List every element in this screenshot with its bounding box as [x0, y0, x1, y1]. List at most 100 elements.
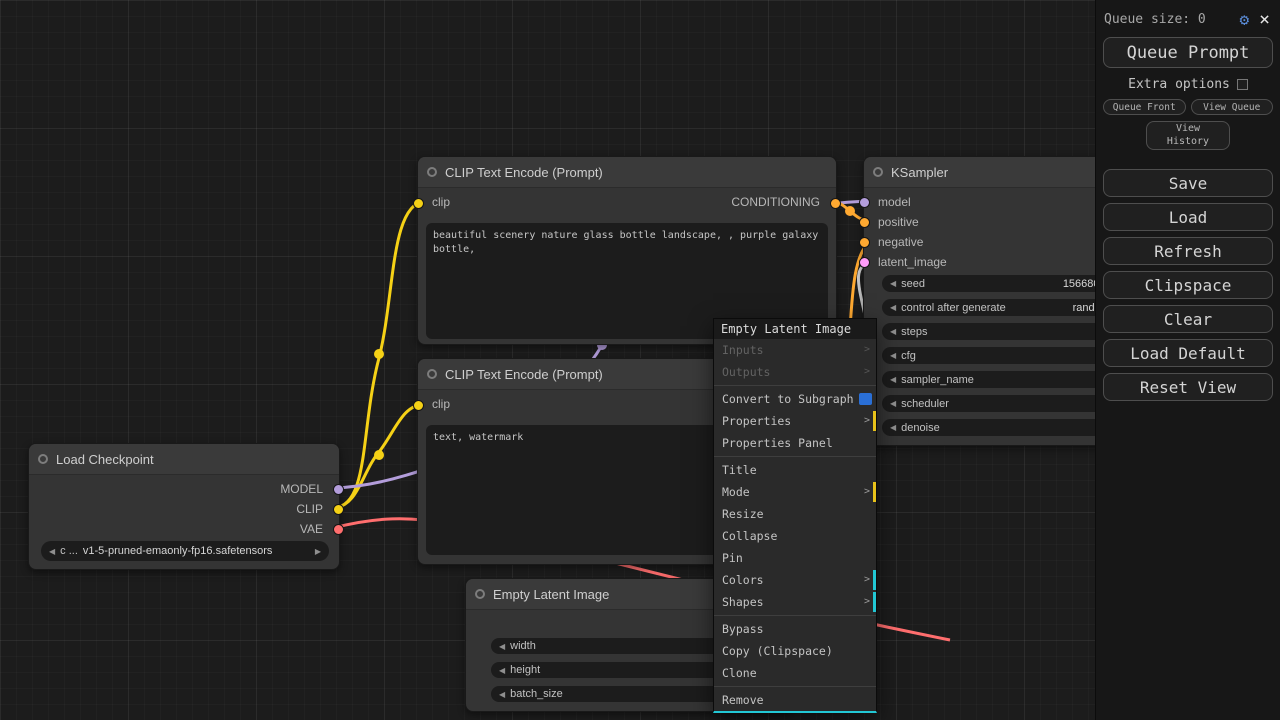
widget-label: denoise — [901, 421, 940, 434]
submenu-chevron-icon: > — [863, 596, 870, 607]
queue-status-row: Queue size: 0 ⚙ × — [1096, 0, 1280, 31]
load-button[interactable]: Load — [1103, 203, 1273, 231]
step-right-icon[interactable]: ▶ — [315, 547, 321, 556]
node-load-checkpoint[interactable]: Load Checkpoint MODEL CLIP VAE ◀ c ... v… — [28, 443, 344, 570]
load-default-button[interactable]: Load Default — [1103, 339, 1273, 367]
step-left-icon[interactable]: ◀ — [890, 279, 896, 288]
new-feature-badge — [859, 393, 872, 405]
widget-label: sampler_name — [901, 373, 974, 386]
output-slot-vae[interactable] — [333, 524, 344, 535]
accent-strip — [873, 411, 876, 431]
context-menu-title: Empty Latent Image — [714, 319, 876, 339]
menu-item-properties[interactable]: Properties > — [714, 410, 876, 432]
step-left-icon[interactable]: ◀ — [890, 375, 896, 384]
menu-item-remove[interactable]: Remove — [714, 689, 876, 711]
input-slot-clip[interactable] — [413, 198, 424, 209]
node-title: Empty Latent Image — [493, 586, 610, 602]
collapse-dot[interactable] — [427, 167, 437, 177]
step-left-icon[interactable]: ◀ — [890, 423, 896, 432]
extra-options-checkbox[interactable] — [1236, 79, 1248, 90]
widget-label: seed — [901, 277, 926, 290]
output-slot-model[interactable] — [333, 484, 344, 495]
extra-options-row: Extra options — [1096, 77, 1280, 92]
widget-label: batch_size — [510, 688, 563, 700]
save-button[interactable]: Save — [1103, 169, 1273, 197]
node-clip-text-encode-positive[interactable]: CLIP Text Encode (Prompt) clip CONDITION… — [413, 156, 841, 345]
menu-item-label: Properties Panel — [722, 436, 833, 450]
step-left-icon[interactable]: ◀ — [890, 303, 896, 312]
menu-item-collapse[interactable]: Collapse — [714, 525, 876, 547]
combo-label: c ... — [60, 545, 78, 557]
node-header[interactable]: CLIP Text Encode (Prompt) — [418, 157, 836, 188]
settings-gear-icon[interactable]: ⚙ — [1240, 10, 1250, 29]
submenu-chevron-icon: > — [863, 486, 870, 497]
collapse-dot[interactable] — [475, 589, 485, 599]
collapse-dot[interactable] — [873, 167, 883, 177]
step-left-icon[interactable]: ◀ — [499, 642, 505, 651]
accent-strip — [873, 570, 876, 590]
clipspace-button[interactable]: Clipspace — [1103, 271, 1273, 299]
menu-item-label: Bypass — [722, 622, 764, 636]
view-history-button[interactable]: View History — [1146, 121, 1230, 150]
queue-actions-row: Queue Front View Queue — [1103, 99, 1273, 115]
widget-label: height — [510, 664, 541, 676]
menu-item-label: Inputs — [722, 343, 764, 357]
step-left-icon[interactable]: ◀ — [499, 690, 505, 699]
menu-item-inputs: Inputs > — [714, 339, 876, 361]
step-left-icon[interactable]: ◀ — [49, 547, 55, 556]
menu-item-pin[interactable]: Pin — [714, 547, 876, 569]
output-slot-conditioning[interactable] — [830, 198, 841, 209]
combo-value: v1-5-pruned-emaonly-fp16.safetensors — [82, 545, 273, 557]
input-slot-positive[interactable] — [859, 217, 870, 228]
menu-item-resize[interactable]: Resize — [714, 503, 876, 525]
widget-label: steps — [901, 325, 928, 338]
accent-strip — [873, 592, 876, 612]
menu-item-copy-clipspace[interactable]: Copy (Clipspace) — [714, 640, 876, 662]
menu-item-label: Resize — [722, 507, 764, 521]
slot-label-clip: CLIP — [296, 502, 323, 516]
menu-item-label: Pin — [722, 551, 743, 565]
menu-item-bypass[interactable]: Bypass — [714, 618, 876, 640]
input-slot-negative[interactable] — [859, 237, 870, 248]
view-queue-button[interactable]: View Queue — [1190, 99, 1273, 115]
menu-item-shapes[interactable]: Shapes > — [714, 591, 876, 613]
refresh-button[interactable]: Refresh — [1103, 237, 1273, 265]
step-left-icon[interactable]: ◀ — [890, 399, 896, 408]
comfyui-menu-panel: Queue size: 0 ⚙ × Queue Prompt Extra opt… — [1095, 0, 1280, 720]
widget-label: width — [510, 640, 536, 652]
queue-front-button[interactable]: Queue Front — [1103, 99, 1186, 115]
submenu-chevron-icon: > — [863, 574, 870, 585]
step-left-icon[interactable]: ◀ — [890, 351, 896, 360]
menu-item-clone[interactable]: Clone — [714, 662, 876, 684]
menu-item-convert-to-subgraph[interactable]: Convert to Subgraph — [714, 388, 876, 410]
input-slot-model[interactable] — [859, 197, 870, 208]
reset-view-button[interactable]: Reset View — [1103, 373, 1273, 401]
menu-item-label: Title — [722, 463, 757, 477]
menu-item-label: Remove — [722, 693, 764, 707]
input-slot-latent-image[interactable] — [859, 257, 870, 268]
menu-item-label: Clone — [722, 666, 757, 680]
menu-item-mode[interactable]: Mode > — [714, 481, 876, 503]
queue-prompt-button[interactable]: Queue Prompt — [1103, 37, 1273, 68]
ckpt-name-combo-widget[interactable]: ◀ c ... v1-5-pruned-emaonly-fp16.safeten… — [41, 541, 329, 561]
slot-label-conditioning: CONDITIONING — [731, 195, 820, 209]
menu-item-label: Copy (Clipspace) — [722, 644, 833, 658]
menu-item-label: Convert to Subgraph — [722, 392, 854, 406]
output-slot-clip[interactable] — [333, 504, 344, 515]
slot-label-positive: positive — [878, 215, 919, 229]
submenu-chevron-icon: > — [863, 415, 870, 426]
menu-item-properties-panel[interactable]: Properties Panel — [714, 432, 876, 454]
collapse-dot[interactable] — [427, 369, 437, 379]
clear-button[interactable]: Clear — [1103, 305, 1273, 333]
step-left-icon[interactable]: ◀ — [890, 327, 896, 336]
step-left-icon[interactable]: ◀ — [499, 666, 505, 675]
menu-item-label: Outputs — [722, 365, 771, 379]
menu-item-title[interactable]: Title — [714, 459, 876, 481]
node-header[interactable]: Load Checkpoint — [29, 444, 339, 475]
close-icon[interactable]: × — [1259, 10, 1270, 28]
collapse-dot[interactable] — [38, 454, 48, 464]
menu-item-label: Shapes — [722, 595, 764, 609]
slot-label-clip: clip — [432, 397, 451, 411]
menu-item-colors[interactable]: Colors > — [714, 569, 876, 591]
input-slot-clip[interactable] — [413, 400, 424, 411]
